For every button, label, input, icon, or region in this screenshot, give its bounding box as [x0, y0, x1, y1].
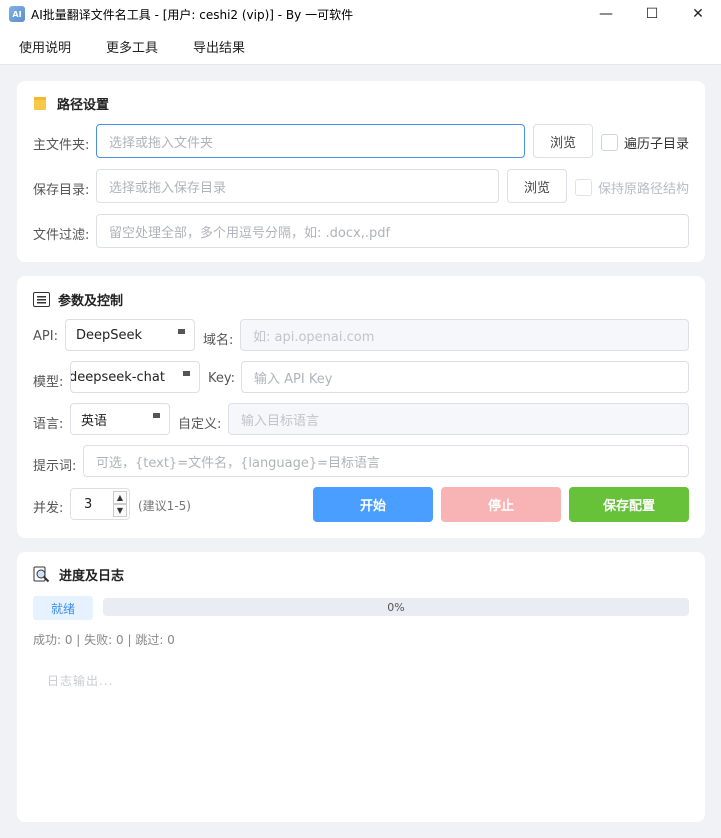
model-select[interactable]: deepseek-chat — [70, 361, 200, 393]
progress-text: 0% — [387, 600, 405, 614]
model-label: 模型: — [33, 375, 64, 390]
api-key-input[interactable]: 输入 API Key — [241, 361, 689, 393]
prompt-input[interactable]: 可选，{text}=文件名，{language}=目标语言 — [83, 445, 689, 477]
params-header: 参数及控制 — [33, 290, 123, 309]
dropdown-arrow-icon — [178, 329, 185, 334]
save-dir-label: 保存目录: — [33, 183, 90, 198]
spin-down-icon[interactable]: ▼ — [113, 504, 127, 517]
main-folder-label: 主文件夹: — [33, 138, 90, 153]
menu-more-tools[interactable]: 更多工具 — [106, 37, 158, 56]
title-bar: AI AI批量翻译文件名工具 - [用户: ceshi2 (vip)] - By… — [0, 0, 721, 28]
progress-bar: 0% — [103, 598, 689, 616]
prompt-label: 提示词: — [33, 459, 77, 474]
keep-path-structure-label: 保持原路径结构 — [598, 182, 690, 197]
menu-export[interactable]: 导出结果 — [193, 37, 245, 56]
status-badge: 就绪 — [33, 596, 93, 620]
custom-language-label: 自定义: — [178, 417, 222, 432]
params-title: 参数及控制 — [58, 294, 124, 309]
save-dir-input[interactable]: 选择或拖入保存目录 — [96, 169, 499, 203]
model-value: deepseek-chat — [70, 369, 165, 385]
checkbox-box[interactable] — [601, 134, 618, 151]
domain-label: 域名: — [203, 333, 234, 348]
maximize-button[interactable]: ☐ — [629, 0, 675, 28]
magnifier-doc-icon — [33, 566, 50, 583]
concurrency-hint: (建议1-5) — [138, 499, 191, 513]
api-label: API: — [33, 329, 58, 344]
keep-path-structure-checkbox[interactable]: 保持原路径结构 — [575, 178, 689, 197]
api-select[interactable]: DeepSeek — [65, 319, 195, 351]
progress-header: 进度及日志 — [33, 565, 124, 584]
recurse-subdirs-checkbox[interactable]: 遍历子目录 — [601, 133, 689, 152]
log-output: 日志输出... — [47, 674, 114, 688]
menu-bar: 使用说明 更多工具 导出结果 — [0, 28, 721, 65]
dropdown-arrow-icon — [153, 413, 160, 418]
custom-language-input[interactable]: 输入目标语言 — [228, 403, 689, 435]
minimize-button[interactable]: — — [583, 0, 629, 28]
menu-usage[interactable]: 使用说明 — [19, 37, 71, 56]
save-config-button[interactable]: 保存配置 — [569, 487, 689, 522]
window-title: AI批量翻译文件名工具 - [用户: ceshi2 (vip)] - By 一可… — [31, 7, 354, 22]
spin-up-icon[interactable]: ▲ — [113, 491, 127, 504]
recurse-subdirs-label: 遍历子目录 — [624, 137, 690, 152]
folder-icon — [34, 97, 46, 110]
api-value: DeepSeek — [76, 327, 143, 343]
key-label: Key: — [208, 371, 236, 386]
progress-title: 进度及日志 — [59, 569, 125, 584]
concurrency-value: 3 — [84, 497, 93, 512]
file-filter-label: 文件过滤: — [33, 228, 90, 243]
stop-button[interactable]: 停止 — [441, 487, 561, 522]
main-folder-browse-button[interactable]: 浏览 — [533, 124, 593, 158]
main-folder-input[interactable]: 选择或拖入文件夹 — [96, 124, 525, 158]
checkbox-box[interactable] — [575, 179, 592, 196]
save-dir-browse-button[interactable]: 浏览 — [507, 169, 567, 203]
domain-input[interactable]: 如: api.openai.com — [240, 319, 689, 351]
language-select[interactable]: 英语 — [70, 403, 170, 435]
language-value: 英语 — [81, 413, 108, 429]
path-settings-title: 路径设置 — [57, 98, 110, 113]
list-icon — [33, 292, 50, 307]
concurrency-spinbox[interactable]: 3 ▲ ▼ — [70, 488, 130, 520]
app-icon: AI — [9, 6, 25, 22]
dropdown-arrow-icon — [183, 371, 190, 376]
stats-text: 成功: 0 | 失败: 0 | 跳过: 0 — [33, 633, 175, 647]
progress-panel: 进度及日志 就绪 0% 成功: 0 | 失败: 0 | 跳过: 0 日志输出..… — [17, 552, 705, 822]
concurrency-label: 并发: — [33, 501, 64, 516]
close-button[interactable]: ✕ — [675, 0, 721, 28]
path-settings-header: 路径设置 — [33, 94, 109, 113]
path-settings-panel: 路径设置 主文件夹: 选择或拖入文件夹 浏览 遍历子目录 保存目录: 选择或拖入… — [17, 81, 705, 262]
file-filter-input[interactable]: 留空处理全部，多个用逗号分隔，如: .docx,.pdf — [96, 214, 689, 248]
params-panel: 参数及控制 API: DeepSeek 域名: 如: api.openai.co… — [17, 276, 705, 538]
start-button[interactable]: 开始 — [313, 487, 433, 522]
language-label: 语言: — [33, 417, 64, 432]
